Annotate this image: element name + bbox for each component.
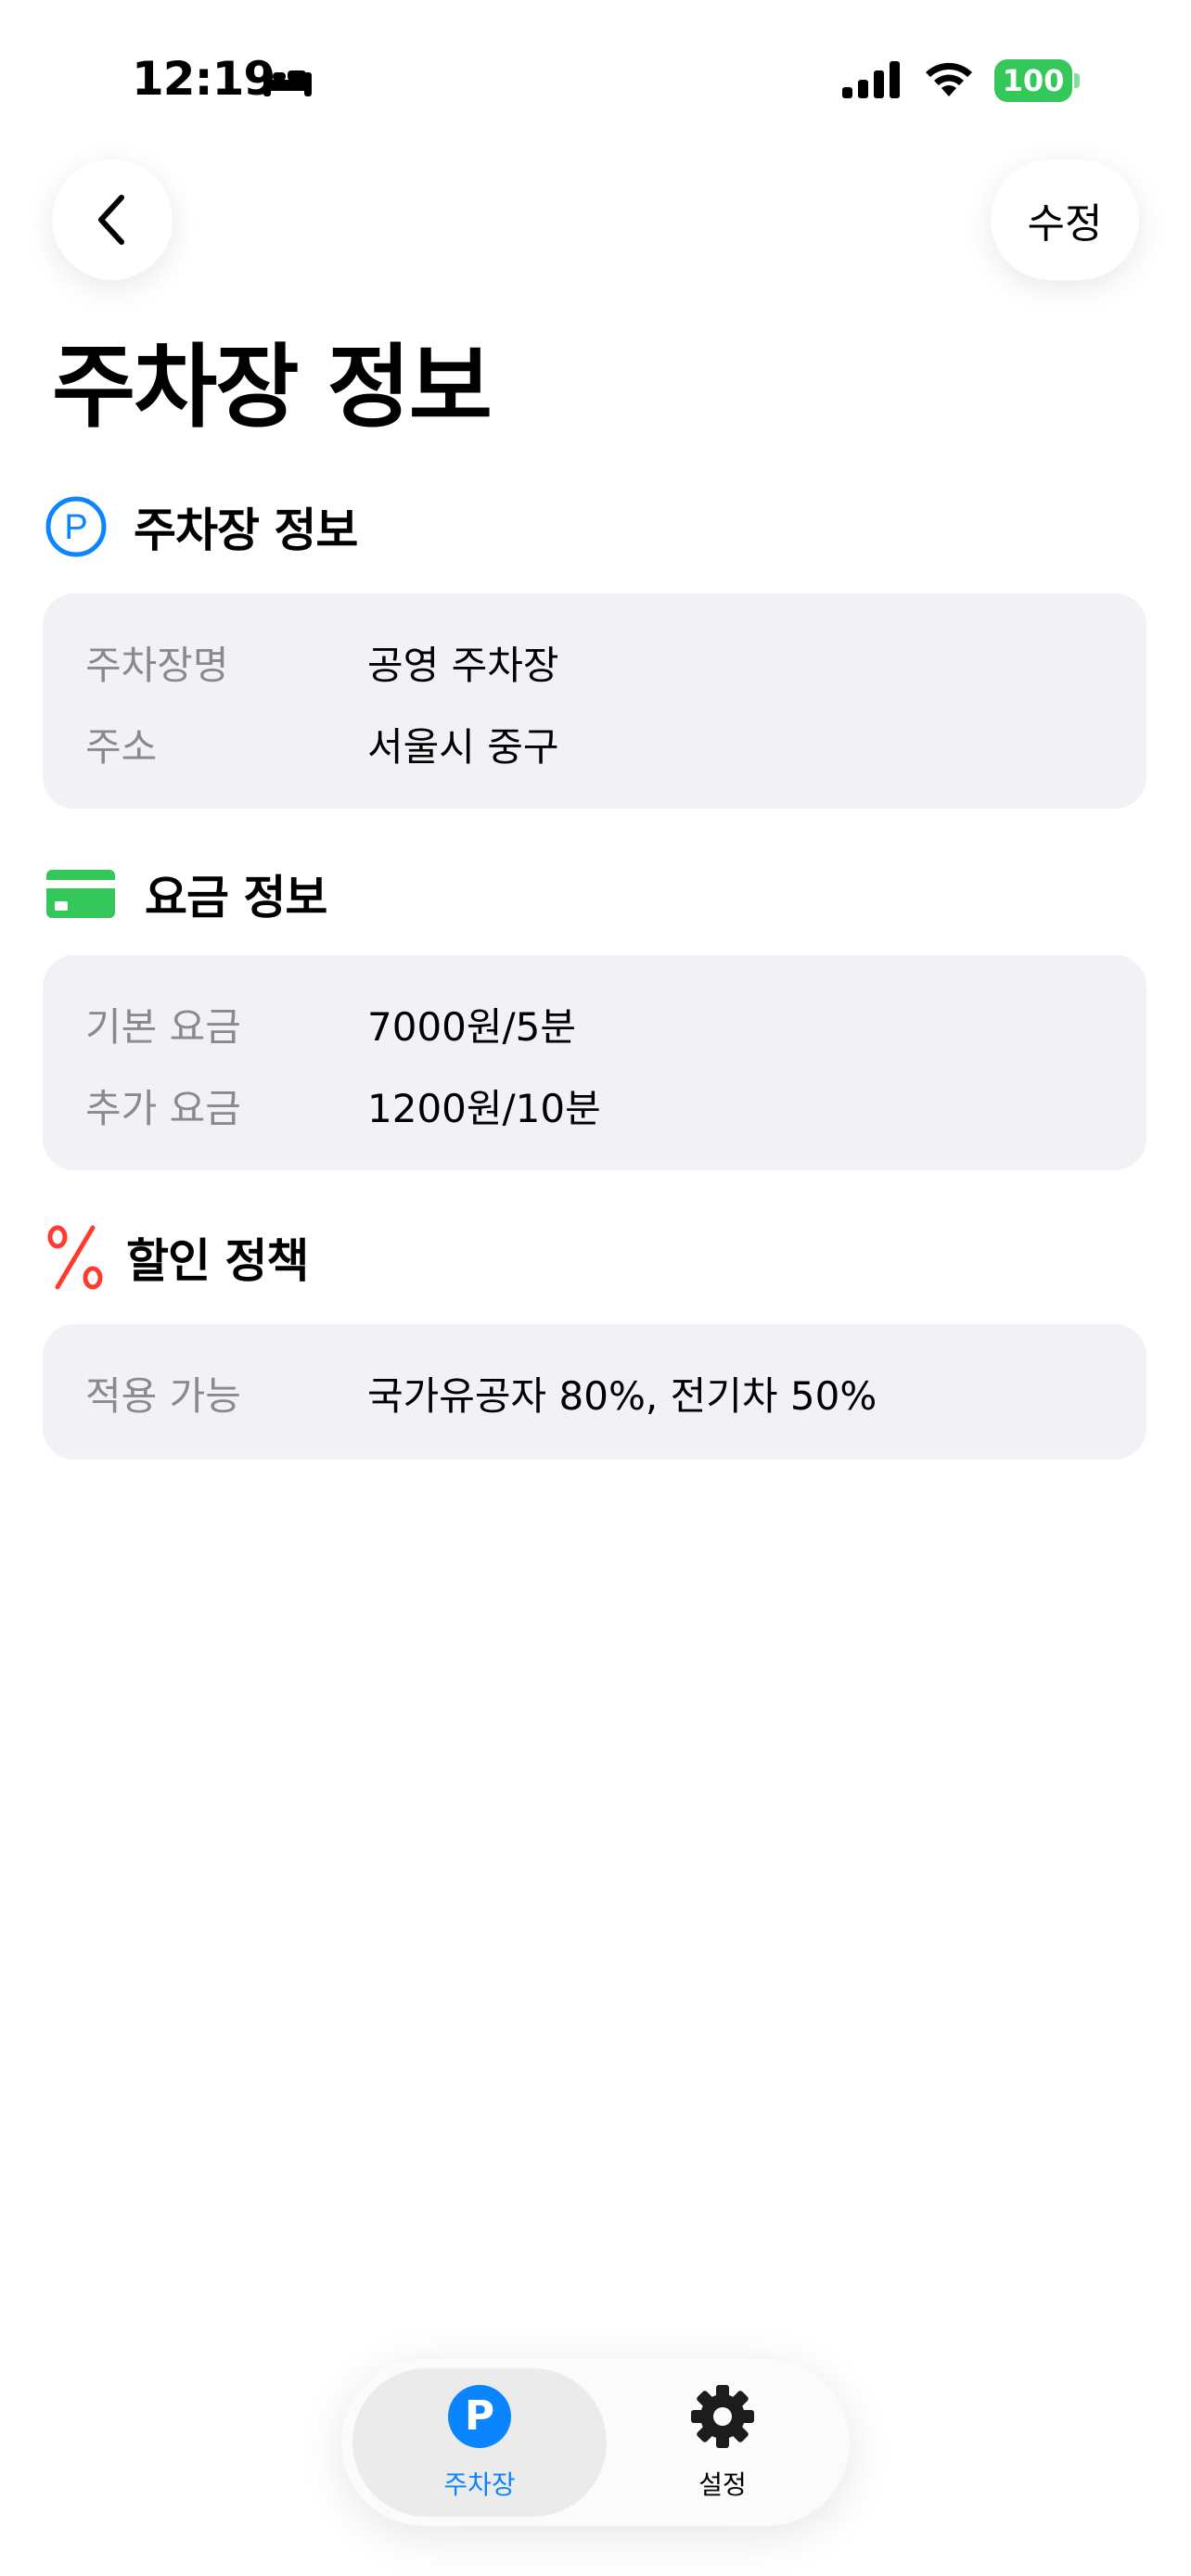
wifi-icon <box>926 62 972 96</box>
parking-info-card: 주차장명 공영 주차장 주소 서울시 중구 <box>43 593 1146 809</box>
info-row: 기본 요금 7000원/5분 <box>85 996 1106 1052</box>
fee-info-card: 기본 요금 7000원/5분 추가 요금 1200원/10분 <box>43 955 1146 1170</box>
section-title: 요금 정보 <box>145 871 327 925</box>
info-row: 주소 서울시 중구 <box>85 716 1106 772</box>
credit-card-icon <box>46 870 115 918</box>
row-value: 7000원/5분 <box>367 1004 577 1050</box>
back-button[interactable] <box>52 159 173 280</box>
row-label: 적용 가능 <box>85 1373 241 1419</box>
battery-level: 100 <box>1002 63 1065 98</box>
chevron-left-icon <box>98 195 124 245</box>
parking-icon: P <box>45 496 107 557</box>
tab-label: 주차장 <box>443 2469 516 2500</box>
section-title: 주차장 정보 <box>134 504 358 557</box>
section-header-fee: 요금 정보 <box>45 861 327 927</box>
svg-text:P: P <box>64 508 87 547</box>
info-row: 추가 요금 1200원/10분 <box>85 1078 1106 1133</box>
battery-tip <box>1074 73 1080 88</box>
cellular-signal-icon <box>842 61 900 98</box>
row-value: 1200원/10분 <box>367 1086 601 1131</box>
discount-info-card: 적용 가능 국가유공자 80%, 전기차 50% <box>43 1324 1146 1460</box>
section-header-parking: P 주차장 정보 <box>45 493 358 560</box>
info-row: 적용 가능 국가유공자 80%, 전기차 50% <box>85 1365 1106 1421</box>
battery-indicator: 100 <box>994 59 1080 102</box>
row-value: 국가유공자 80%, 전기차 50% <box>367 1373 877 1419</box>
section-title: 할인 정책 <box>126 1234 309 1288</box>
row-value: 서울시 중구 <box>367 724 559 770</box>
row-label: 주차장명 <box>85 643 229 688</box>
row-value: 공영 주차장 <box>367 643 559 688</box>
row-label: 기본 요금 <box>85 1004 241 1050</box>
row-label: 추가 요금 <box>85 1086 241 1131</box>
tab-label: 설정 <box>698 2469 747 2500</box>
status-bar: 12:19 100 <box>0 0 1191 158</box>
tab-bar: P 주차장 설정 <box>341 2359 850 2526</box>
page-title: 주차장 정보 <box>52 335 493 440</box>
status-time: 12:19 <box>132 52 275 106</box>
row-label: 주소 <box>85 724 158 770</box>
tab-settings[interactable]: 설정 <box>607 2368 839 2517</box>
parking-icon: P <box>448 2385 511 2448</box>
edit-button[interactable]: 수정 <box>991 159 1139 280</box>
percent-icon <box>47 1225 103 1290</box>
tab-parking[interactable]: P 주차장 <box>352 2368 607 2517</box>
gear-icon <box>691 2385 754 2448</box>
bed-icon <box>263 69 312 96</box>
section-header-discount: 할인 정책 <box>45 1224 309 1291</box>
info-row: 주차장명 공영 주차장 <box>85 634 1106 690</box>
